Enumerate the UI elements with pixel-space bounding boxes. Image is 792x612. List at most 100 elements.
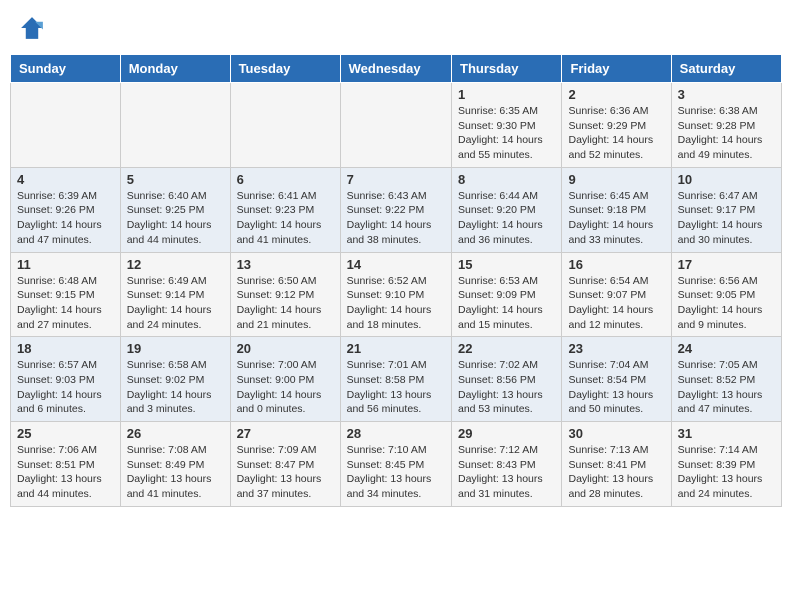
day-info: Sunrise: 6:39 AM Sunset: 9:26 PM Dayligh…	[17, 189, 114, 248]
calendar-cell: 16Sunrise: 6:54 AM Sunset: 9:07 PM Dayli…	[562, 252, 671, 337]
day-info: Sunrise: 6:43 AM Sunset: 9:22 PM Dayligh…	[347, 189, 445, 248]
calendar-cell: 6 Sunrise: 6:41 AM Sunset: 9:23 PM Daylig…	[230, 167, 340, 252]
calendar-cell: 9Sunrise: 6:45 AM Sunset: 9:18 PM Daylig…	[562, 167, 671, 252]
day-number: 8	[458, 172, 555, 187]
calendar-cell	[340, 83, 451, 168]
day-number: 2	[568, 87, 664, 102]
calendar-cell: 7 Sunrise: 6:43 AM Sunset: 9:22 PM Daylig…	[340, 167, 451, 252]
calendar-cell: 17 Sunrise: 6:56 AM Sunset: 9:05 PM Dayli…	[671, 252, 781, 337]
day-info: Sunrise: 6:49 AM Sunset: 9:14 PM Dayligh…	[127, 274, 224, 333]
calendar-cell: 19 Sunrise: 6:58 AM Sunset: 9:02 PM Dayli…	[120, 337, 230, 422]
calendar-week-row: 4 Sunrise: 6:39 AM Sunset: 9:26 PM Daylig…	[11, 167, 782, 252]
day-info: Sunrise: 6:53 AM Sunset: 9:09 PM Dayligh…	[458, 274, 555, 333]
day-number: 21	[347, 341, 445, 356]
day-number: 23	[568, 341, 664, 356]
calendar-cell: 15Sunrise: 6:53 AM Sunset: 9:09 PM Dayli…	[452, 252, 562, 337]
day-info: Sunrise: 6:48 AM Sunset: 9:15 PM Dayligh…	[17, 274, 114, 333]
day-info: Sunrise: 6:36 AM Sunset: 9:29 PM Dayligh…	[568, 104, 664, 163]
day-number: 19	[127, 341, 224, 356]
logo	[18, 14, 48, 42]
day-number: 30	[568, 426, 664, 441]
day-number: 7	[347, 172, 445, 187]
calendar-cell: 3Sunrise: 6:38 AM Sunset: 9:28 PM Daylig…	[671, 83, 781, 168]
day-number: 13	[237, 257, 334, 272]
day-number: 17	[678, 257, 775, 272]
day-number: 10	[678, 172, 775, 187]
day-number: 3	[678, 87, 775, 102]
day-number: 14	[347, 257, 445, 272]
weekday-header-friday: Friday	[562, 55, 671, 83]
calendar-header-row: SundayMondayTuesdayWednesdayThursdayFrid…	[11, 55, 782, 83]
day-number: 16	[568, 257, 664, 272]
day-info: Sunrise: 6:50 AM Sunset: 9:12 PM Dayligh…	[237, 274, 334, 333]
calendar-week-row: 18 Sunrise: 6:57 AM Sunset: 9:03 PM Dayli…	[11, 337, 782, 422]
day-info: Sunrise: 6:47 AM Sunset: 9:17 PM Dayligh…	[678, 189, 775, 248]
calendar-week-row: 11 Sunrise: 6:48 AM Sunset: 9:15 PM Dayli…	[11, 252, 782, 337]
day-number: 18	[17, 341, 114, 356]
day-number: 12	[127, 257, 224, 272]
calendar-cell: 2 Sunrise: 6:36 AM Sunset: 9:29 PM Daylig…	[562, 83, 671, 168]
day-number: 1	[458, 87, 555, 102]
calendar-cell: 30Sunrise: 7:13 AM Sunset: 8:41 PM Dayli…	[562, 422, 671, 507]
day-info: Sunrise: 7:05 AM Sunset: 8:52 PM Dayligh…	[678, 358, 775, 417]
calendar-cell: 8 Sunrise: 6:44 AM Sunset: 9:20 PM Daylig…	[452, 167, 562, 252]
day-number: 29	[458, 426, 555, 441]
calendar-cell: 14 Sunrise: 6:52 AM Sunset: 9:10 PM Dayli…	[340, 252, 451, 337]
calendar-table: SundayMondayTuesdayWednesdayThursdayFrid…	[10, 54, 782, 507]
day-info: Sunrise: 6:57 AM Sunset: 9:03 PM Dayligh…	[17, 358, 114, 417]
day-info: Sunrise: 6:45 AM Sunset: 9:18 PM Dayligh…	[568, 189, 664, 248]
weekday-header-saturday: Saturday	[671, 55, 781, 83]
day-info: Sunrise: 6:41 AM Sunset: 9:23 PM Dayligh…	[237, 189, 334, 248]
day-info: Sunrise: 7:14 AM Sunset: 8:39 PM Dayligh…	[678, 443, 775, 502]
day-number: 20	[237, 341, 334, 356]
calendar-cell: 11 Sunrise: 6:48 AM Sunset: 9:15 PM Dayli…	[11, 252, 121, 337]
weekday-header-wednesday: Wednesday	[340, 55, 451, 83]
calendar-cell: 12 Sunrise: 6:49 AM Sunset: 9:14 PM Dayli…	[120, 252, 230, 337]
day-number: 24	[678, 341, 775, 356]
day-number: 4	[17, 172, 114, 187]
calendar-cell	[230, 83, 340, 168]
day-info: Sunrise: 6:58 AM Sunset: 9:02 PM Dayligh…	[127, 358, 224, 417]
calendar-cell: 13 Sunrise: 6:50 AM Sunset: 9:12 PM Dayli…	[230, 252, 340, 337]
day-info: Sunrise: 7:12 AM Sunset: 8:43 PM Dayligh…	[458, 443, 555, 502]
calendar-cell: 26 Sunrise: 7:08 AM Sunset: 8:49 PM Dayli…	[120, 422, 230, 507]
weekday-header-monday: Monday	[120, 55, 230, 83]
calendar-cell: 23 Sunrise: 7:04 AM Sunset: 8:54 PM Dayli…	[562, 337, 671, 422]
weekday-header-sunday: Sunday	[11, 55, 121, 83]
day-info: Sunrise: 6:44 AM Sunset: 9:20 PM Dayligh…	[458, 189, 555, 248]
day-number: 6	[237, 172, 334, 187]
day-info: Sunrise: 7:09 AM Sunset: 8:47 PM Dayligh…	[237, 443, 334, 502]
calendar-cell: 18 Sunrise: 6:57 AM Sunset: 9:03 PM Dayli…	[11, 337, 121, 422]
calendar-cell: 10 Sunrise: 6:47 AM Sunset: 9:17 PM Dayli…	[671, 167, 781, 252]
day-info: Sunrise: 6:56 AM Sunset: 9:05 PM Dayligh…	[678, 274, 775, 333]
calendar-cell: 24 Sunrise: 7:05 AM Sunset: 8:52 PM Dayli…	[671, 337, 781, 422]
day-number: 26	[127, 426, 224, 441]
day-info: Sunrise: 7:04 AM Sunset: 8:54 PM Dayligh…	[568, 358, 664, 417]
calendar-cell: 27 Sunrise: 7:09 AM Sunset: 8:47 PM Dayli…	[230, 422, 340, 507]
day-info: Sunrise: 6:35 AM Sunset: 9:30 PM Dayligh…	[458, 104, 555, 163]
calendar-cell: 22Sunrise: 7:02 AM Sunset: 8:56 PM Dayli…	[452, 337, 562, 422]
day-number: 11	[17, 257, 114, 272]
calendar-cell: 31 Sunrise: 7:14 AM Sunset: 8:39 PM Dayli…	[671, 422, 781, 507]
day-info: Sunrise: 6:40 AM Sunset: 9:25 PM Dayligh…	[127, 189, 224, 248]
day-number: 5	[127, 172, 224, 187]
day-number: 31	[678, 426, 775, 441]
day-number: 25	[17, 426, 114, 441]
calendar-cell: 5 Sunrise: 6:40 AM Sunset: 9:25 PM Daylig…	[120, 167, 230, 252]
day-info: Sunrise: 7:10 AM Sunset: 8:45 PM Dayligh…	[347, 443, 445, 502]
day-info: Sunrise: 7:06 AM Sunset: 8:51 PM Dayligh…	[17, 443, 114, 502]
calendar-cell: 4 Sunrise: 6:39 AM Sunset: 9:26 PM Daylig…	[11, 167, 121, 252]
day-info: Sunrise: 7:01 AM Sunset: 8:58 PM Dayligh…	[347, 358, 445, 417]
calendar-cell	[120, 83, 230, 168]
calendar-week-row: 1 Sunrise: 6:35 AM Sunset: 9:30 PM Daylig…	[11, 83, 782, 168]
calendar-cell: 21 Sunrise: 7:01 AM Sunset: 8:58 PM Dayli…	[340, 337, 451, 422]
calendar-cell: 29 Sunrise: 7:12 AM Sunset: 8:43 PM Dayli…	[452, 422, 562, 507]
calendar-cell: 28Sunrise: 7:10 AM Sunset: 8:45 PM Dayli…	[340, 422, 451, 507]
calendar-cell	[11, 83, 121, 168]
day-info: Sunrise: 6:52 AM Sunset: 9:10 PM Dayligh…	[347, 274, 445, 333]
day-info: Sunrise: 7:08 AM Sunset: 8:49 PM Dayligh…	[127, 443, 224, 502]
day-number: 27	[237, 426, 334, 441]
calendar-cell: 1 Sunrise: 6:35 AM Sunset: 9:30 PM Daylig…	[452, 83, 562, 168]
logo-icon	[18, 14, 46, 42]
day-info: Sunrise: 7:00 AM Sunset: 9:00 PM Dayligh…	[237, 358, 334, 417]
